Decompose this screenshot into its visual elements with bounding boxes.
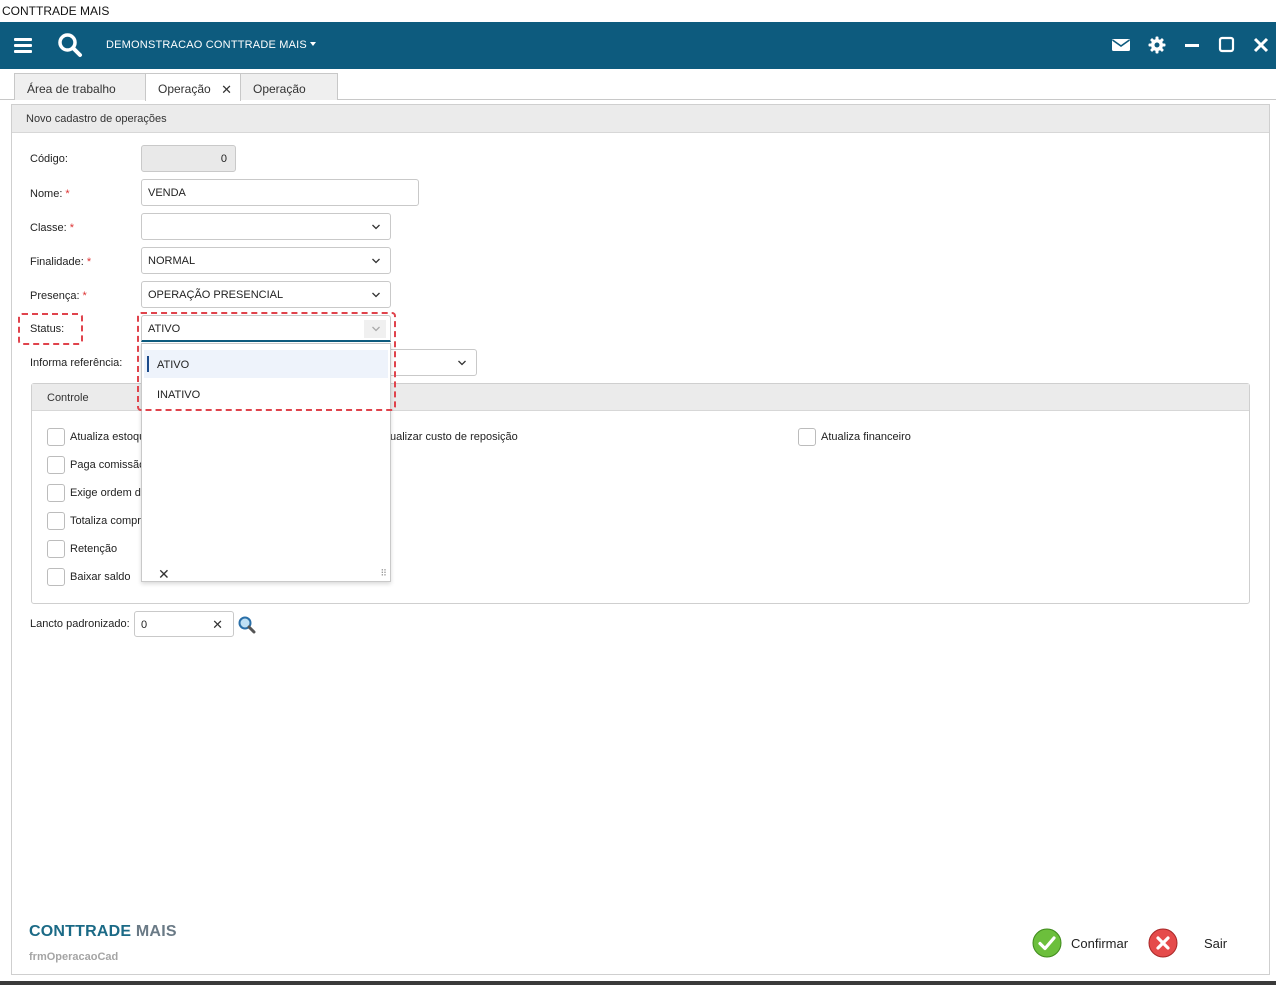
checkbox-label-custo-reposicao: ualizar custo de reposição [390,431,518,443]
chevron-down-icon [458,360,466,366]
checkbox-totaliza-compra[interactable] [47,512,65,530]
exit-label: Sair [1204,936,1228,951]
exit-button[interactable]: Sair [1148,928,1232,958]
finalidade-select[interactable]: NORMAL [141,247,391,274]
dropdown-close-icon[interactable]: ✕ [158,566,170,583]
status-label: Status: [30,323,65,335]
confirm-label: Confirmar [1071,936,1129,951]
checkbox-label: Retenção [70,543,118,555]
resize-grip-icon[interactable]: ⠿ [380,568,387,579]
checkbox-exige-ordem[interactable] [47,484,65,502]
tab-label: Operação [253,82,306,96]
checkbox-atualiza-financeiro[interactable] [798,428,816,446]
tab-close-icon[interactable]: ✕ [221,82,232,98]
mail-icon[interactable] [1111,36,1131,54]
panel-header: Novo cadastro de operações [12,105,1269,133]
chevron-down-icon [372,224,380,230]
menu-icon[interactable] [14,38,32,53]
window-bottom-border [0,981,1276,985]
lancto-field[interactable]: 0 ✕ [134,611,234,637]
checkbox-label: Atualiza financeiro [821,431,911,443]
finalidade-value: NORMAL [148,255,196,267]
checkbox-label: Exige ordem de [70,487,148,499]
window-title: CONTTRADE MAIS [0,0,1276,22]
status-option-inativo[interactable]: INATIVO [144,380,388,408]
checkbox-label: Atualiza estoque [70,431,152,443]
top-bar: DEMONSTRACAO CONTTRADE MAIS [0,22,1276,69]
status-value: ATIVO [148,323,181,335]
presenca-label: Presença: * [30,290,87,302]
status-select[interactable]: ATIVO [141,315,391,342]
finalidade-label: Finalidade: * [30,256,92,268]
nome-label: Nome: * [30,188,70,200]
check-icon [1032,928,1062,958]
checkbox-paga-comissao[interactable] [47,456,65,474]
status-dropdown-list: ATIVO INATIVO ✕ ⠿ [141,343,391,582]
checkbox-label: Paga comissão [70,459,146,471]
confirm-button[interactable]: Confirmar [1032,928,1132,958]
presenca-value: OPERAÇÃO PRESENCIAL [148,289,284,301]
classe-select[interactable] [141,213,391,240]
classe-label: Classe: * [30,222,74,234]
tab-operacao[interactable]: Operação [240,73,338,100]
informa-referencia-label: Informa referência: [30,357,123,369]
checkbox-atualiza-estoque[interactable] [47,428,65,446]
tab-operacao-active[interactable]: Operação ✕ [145,73,241,101]
tab-label: Operação [158,82,211,96]
checkbox-label: Totaliza compra [70,515,148,527]
lancto-value: 0 [141,619,148,631]
search-icon[interactable] [57,32,83,58]
gear-icon[interactable] [1148,36,1168,54]
form-name: frmOperacaoCad [29,951,119,963]
checkbox-baixar-saldo[interactable] [47,568,65,586]
codigo-label: Código: [30,153,68,165]
presenca-select[interactable]: OPERAÇÃO PRESENCIAL [141,281,391,308]
close-icon[interactable] [1253,36,1273,54]
status-option-ativo[interactable]: ATIVO [144,350,388,378]
nome-field[interactable]: VENDA [141,179,419,206]
tab-area-de-trabalho[interactable]: Área de trabalho [14,73,146,100]
checkbox-label: Baixar saldo [70,571,131,583]
codigo-field: 0 [141,145,236,172]
cancel-icon [1148,928,1178,958]
company-name: DEMONSTRACAO CONTTRADE MAIS [106,39,307,51]
caret-down-icon [309,41,316,46]
company-selector[interactable]: DEMONSTRACAO CONTTRADE MAIS [106,39,316,51]
checkbox-retencao[interactable] [47,540,65,558]
maximize-icon[interactable] [1218,36,1238,54]
chevron-down-icon [372,292,380,298]
brand-logo: CONTTRADE MAIS [29,923,177,940]
minimize-icon[interactable] [1184,36,1204,54]
lancto-label: Lancto padronizado: [30,618,130,630]
clear-icon[interactable]: ✕ [212,617,223,633]
chevron-down-icon [372,258,380,264]
lookup-search-icon[interactable] [237,615,257,635]
chevron-down-icon [372,326,380,332]
tab-label: Área de trabalho [27,82,116,96]
tab-bar: Área de trabalho Operação ✕ Operação [0,70,1276,101]
